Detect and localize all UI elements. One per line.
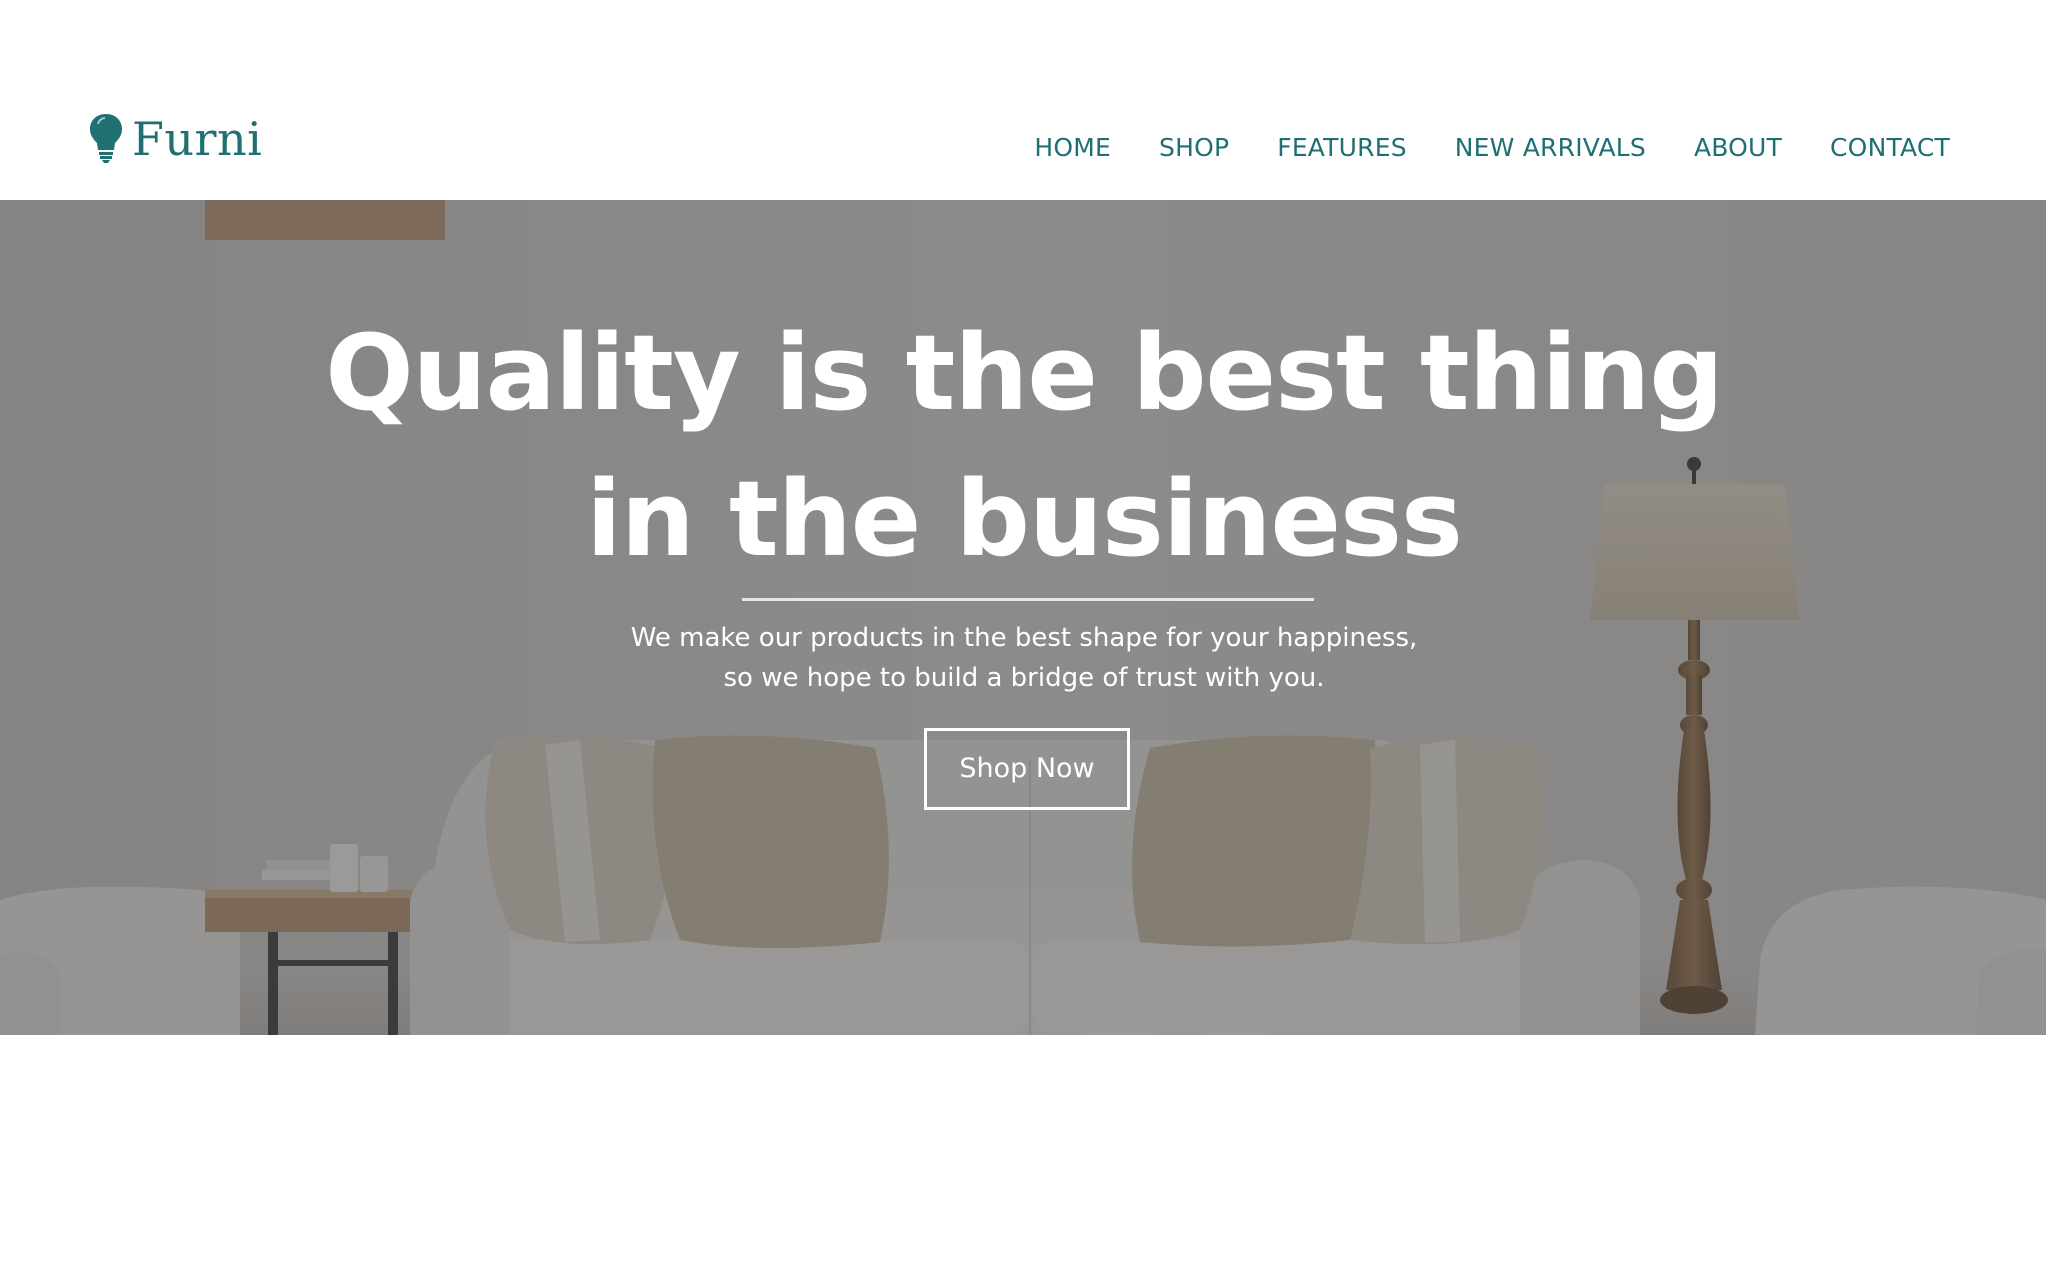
shop-now-button[interactable]: Shop Now [924, 728, 1130, 810]
brand-logo[interactable]: Furni [88, 112, 262, 164]
nav-item-shop[interactable]: SHOP [1159, 130, 1229, 166]
hero-title-line-1: Quality is the best thing [325, 312, 1724, 434]
main-nav: HOME SHOP FEATURES NEW ARRIVALS ABOUT CO… [1034, 130, 1950, 166]
hero-subtitle: We make our products in the best shape f… [0, 618, 2048, 698]
nav-item-home[interactable]: HOME [1034, 130, 1111, 166]
page: Furni HOME SHOP FEATURES NEW ARRIVALS AB… [0, 0, 2048, 1280]
nav-item-new-arrivals[interactable]: NEW ARRIVALS [1455, 130, 1646, 166]
hero-title-line-2: in the business [586, 458, 1463, 580]
hero-subtitle-line-1: We make our products in the best shape f… [630, 623, 1418, 653]
lightbulb-icon [90, 114, 122, 163]
nav-item-contact[interactable]: CONTACT [1830, 130, 1950, 166]
content-area-below-hero [0, 1035, 2048, 1280]
brand-name: Furni [132, 112, 263, 166]
nav-item-about[interactable]: ABOUT [1694, 130, 1782, 166]
nav-item-features[interactable]: FEATURES [1277, 130, 1407, 166]
site-header: Furni HOME SHOP FEATURES NEW ARRIVALS AB… [0, 0, 2048, 200]
hero-title: Quality is the best thing in the busines… [0, 300, 2048, 592]
hero-banner: Quality is the best thing in the busines… [0, 200, 2048, 1035]
hero-divider [742, 598, 1314, 601]
hero-subtitle-line-2: so we hope to build a bridge of trust wi… [723, 663, 1325, 693]
